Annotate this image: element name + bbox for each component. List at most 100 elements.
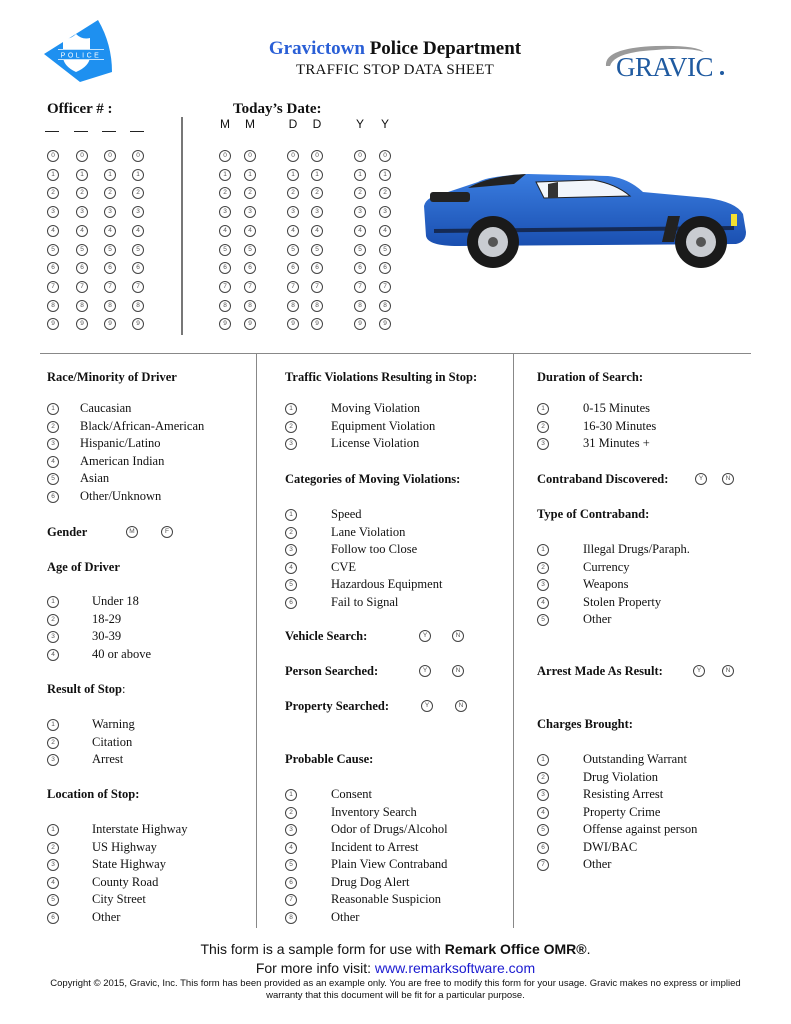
- contraband_type-option-bubble[interactable]: 4: [537, 596, 549, 609]
- officer-digit-1-bubble[interactable]: 9: [47, 318, 59, 331]
- footer-website-link[interactable]: www.remarksoftware.com: [375, 960, 535, 976]
- duration-option-bubble[interactable]: 1: [537, 403, 549, 415]
- officer-digit-1-bubble[interactable]: 0: [47, 150, 59, 162]
- duration-option-bubble[interactable]: 3: [537, 438, 549, 450]
- date-y1-bubble[interactable]: 1: [354, 168, 366, 181]
- date-y2-bubble[interactable]: 2: [379, 187, 391, 200]
- location-option-bubble[interactable]: 3: [47, 859, 59, 871]
- date-d1-bubble[interactable]: 2: [287, 187, 299, 200]
- date-y2-bubble[interactable]: 0: [379, 150, 391, 162]
- officer-digit-4-bubble[interactable]: 5: [132, 243, 144, 256]
- officer-digit-2-bubble[interactable]: 3: [76, 206, 88, 219]
- officer-digit-2-bubble[interactable]: 4: [76, 224, 88, 237]
- officer-digit-4-bubble[interactable]: 2: [132, 187, 144, 200]
- date-d1-bubble[interactable]: 1: [287, 168, 299, 181]
- date-d2-bubble[interactable]: 8: [311, 299, 323, 312]
- officer-digit-1-bubble[interactable]: 3: [47, 206, 59, 219]
- date-y2-bubble[interactable]: 1: [379, 168, 391, 181]
- contraband_type-option-bubble[interactable]: 5: [537, 614, 549, 626]
- officer-digit-4-bubble[interactable]: 9: [132, 318, 144, 331]
- officer-digit-1-bubble[interactable]: 1: [47, 168, 59, 181]
- race-option-bubble[interactable]: 2: [47, 420, 59, 433]
- age-option-bubble[interactable]: 1: [47, 596, 59, 608]
- charges-option-bubble[interactable]: 6: [537, 841, 549, 854]
- contraband_type-option-bubble[interactable]: 2: [537, 561, 549, 574]
- date-m1-bubble[interactable]: 5: [219, 243, 231, 256]
- vehicle_search-n-bubble[interactable]: N: [452, 630, 464, 642]
- date-m1-bubble[interactable]: 1: [219, 168, 231, 181]
- probable_cause-option-bubble[interactable]: 1: [285, 789, 297, 801]
- moving-option-bubble[interactable]: 5: [285, 579, 297, 591]
- date-d2-bubble[interactable]: 9: [311, 318, 323, 331]
- contraband_discovered-n-bubble[interactable]: N: [722, 473, 734, 485]
- date-m2-bubble[interactable]: 9: [244, 318, 256, 331]
- date-d1-bubble[interactable]: 7: [287, 280, 299, 293]
- date-d2-bubble[interactable]: 5: [311, 243, 323, 256]
- date-d1-bubble[interactable]: 5: [287, 243, 299, 256]
- date-m1-bubble[interactable]: 8: [219, 299, 231, 312]
- date-y1-bubble[interactable]: 7: [354, 280, 366, 293]
- officer-digit-2-bubble[interactable]: 9: [76, 318, 88, 331]
- officer-digit-4-bubble[interactable]: 8: [132, 299, 144, 312]
- date-m2-bubble[interactable]: 6: [244, 262, 256, 275]
- officer-digit-3-bubble[interactable]: 1: [104, 168, 116, 181]
- violations-option-bubble[interactable]: 1: [285, 403, 297, 415]
- date-m1-bubble[interactable]: 7: [219, 280, 231, 293]
- officer-digit-4-bubble[interactable]: 3: [132, 206, 144, 219]
- date-m1-bubble[interactable]: 2: [219, 187, 231, 200]
- officer-digit-4-bubble[interactable]: 7: [132, 280, 144, 293]
- date-m1-bubble[interactable]: 4: [219, 224, 231, 237]
- date-y1-bubble[interactable]: 3: [354, 206, 366, 219]
- violations-option-bubble[interactable]: 2: [285, 420, 297, 433]
- location-option-bubble[interactable]: 2: [47, 841, 59, 854]
- date-m2-bubble[interactable]: 2: [244, 187, 256, 200]
- date-y2-bubble[interactable]: 9: [379, 318, 391, 331]
- officer-digit-2-bubble[interactable]: 7: [76, 280, 88, 293]
- charges-option-bubble[interactable]: 4: [537, 806, 549, 819]
- date-y2-bubble[interactable]: 4: [379, 224, 391, 237]
- officer-digit-3-bubble[interactable]: 7: [104, 280, 116, 293]
- person_searched-y-bubble[interactable]: Y: [419, 665, 431, 677]
- date-y2-bubble[interactable]: 8: [379, 299, 391, 312]
- date-y1-bubble[interactable]: 6: [354, 262, 366, 275]
- date-y2-bubble[interactable]: 6: [379, 262, 391, 275]
- officer-digit-3-bubble[interactable]: 9: [104, 318, 116, 331]
- duration-option-bubble[interactable]: 2: [537, 420, 549, 433]
- date-m1-bubble[interactable]: 0: [219, 150, 231, 162]
- officer-digit-2-bubble[interactable]: 6: [76, 262, 88, 275]
- probable_cause-option-bubble[interactable]: 8: [285, 911, 297, 924]
- date-d1-bubble[interactable]: 4: [287, 224, 299, 237]
- officer-digit-2-bubble[interactable]: 1: [76, 168, 88, 181]
- date-d2-bubble[interactable]: 4: [311, 224, 323, 237]
- date-m2-bubble[interactable]: 7: [244, 280, 256, 293]
- date-y2-bubble[interactable]: 3: [379, 206, 391, 219]
- date-y1-bubble[interactable]: 2: [354, 187, 366, 200]
- race-option-bubble[interactable]: 4: [47, 455, 59, 468]
- charges-option-bubble[interactable]: 5: [537, 824, 549, 836]
- contraband_discovered-y-bubble[interactable]: Y: [695, 473, 707, 485]
- probable_cause-option-bubble[interactable]: 4: [285, 841, 297, 854]
- officer-digit-4-bubble[interactable]: 1: [132, 168, 144, 181]
- officer-digit-3-bubble[interactable]: 3: [104, 206, 116, 219]
- date-d1-bubble[interactable]: 8: [287, 299, 299, 312]
- date-y2-bubble[interactable]: 7: [379, 280, 391, 293]
- date-y2-bubble[interactable]: 5: [379, 243, 391, 256]
- result-option-bubble[interactable]: 3: [47, 754, 59, 766]
- date-m2-bubble[interactable]: 5: [244, 243, 256, 256]
- probable_cause-option-bubble[interactable]: 6: [285, 876, 297, 889]
- probable_cause-option-bubble[interactable]: 7: [285, 894, 297, 906]
- officer-digit-2-bubble[interactable]: 5: [76, 243, 88, 256]
- property_searched-n-bubble[interactable]: N: [455, 700, 467, 712]
- charges-option-bubble[interactable]: 1: [537, 754, 549, 766]
- arrest_made-y-bubble[interactable]: Y: [693, 665, 705, 677]
- charges-option-bubble[interactable]: 2: [537, 771, 549, 784]
- vehicle_search-y-bubble[interactable]: Y: [419, 630, 431, 642]
- charges-option-bubble[interactable]: 7: [537, 859, 549, 871]
- date-y1-bubble[interactable]: 8: [354, 299, 366, 312]
- moving-option-bubble[interactable]: 3: [285, 544, 297, 556]
- gender-f-bubble[interactable]: F: [161, 526, 173, 538]
- officer-digit-4-bubble[interactable]: 6: [132, 262, 144, 275]
- probable_cause-option-bubble[interactable]: 3: [285, 824, 297, 836]
- officer-digit-1-bubble[interactable]: 2: [47, 187, 59, 200]
- officer-digit-1-bubble[interactable]: 5: [47, 243, 59, 256]
